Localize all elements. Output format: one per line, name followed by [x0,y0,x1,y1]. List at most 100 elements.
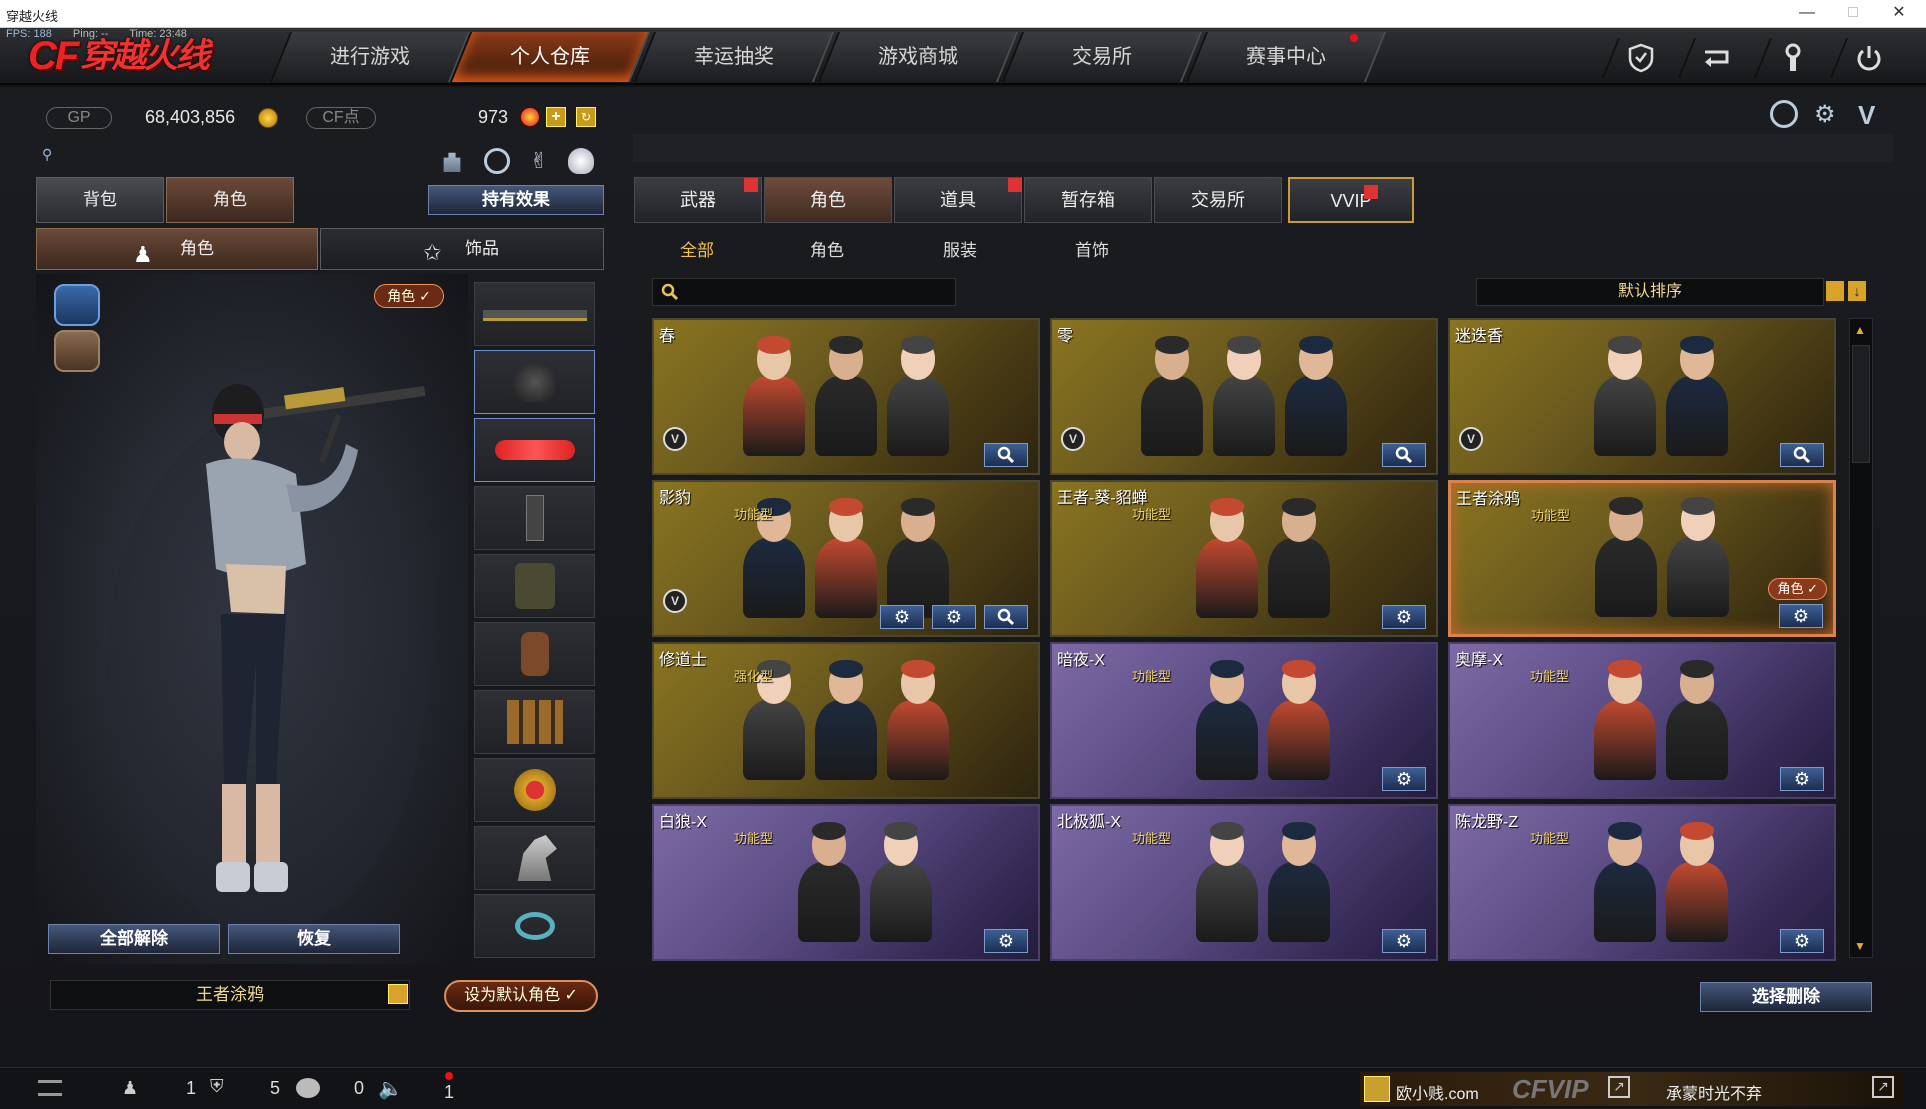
attributes-gear-icon[interactable]: ⚙ [1779,604,1823,628]
slot-helmet[interactable] [474,350,595,414]
sort-dropdown[interactable]: 默认排序 [1476,278,1824,306]
inventory-tab-3[interactable]: 暂存箱 [1024,177,1152,223]
back-icon[interactable] [1677,38,1755,78]
role-card[interactable]: 北极狐-X 功能型 ⚙ [1050,804,1438,961]
slot-vest[interactable] [474,554,595,618]
nav-tab-2[interactable]: 幸运抽奖 [633,32,835,82]
inventory-tab-label: 交易所 [1191,190,1245,210]
subtab-1[interactable]: 角色 [810,236,844,261]
inventory-tab-0[interactable]: 武器 [634,177,762,223]
subtab-0[interactable]: 全部 [680,236,714,261]
role-card[interactable]: 陈龙野-Z 功能型 ⚙ [1448,804,1836,961]
inventory-tab-4[interactable]: 交易所 [1154,177,1282,223]
sort-direction-icon[interactable]: ↓ [1848,281,1866,301]
restore-button[interactable]: 恢复 [228,924,400,954]
clan-shield-icon[interactable]: ⛨ [210,1076,232,1098]
pose-icon[interactable]: ✌ [526,148,552,174]
scroll-thumb[interactable] [1852,345,1870,463]
character-viewer[interactable]: 角色 ✓ [36,274,468,964]
eagle-badge-icon[interactable] [54,330,100,372]
tab-role[interactable]: 角色 [166,177,294,223]
preview-search-icon[interactable] [1382,443,1426,467]
set-default-role-button[interactable]: 设为默认角色 ✓ [444,980,598,1012]
friends-icon[interactable]: ♟ [122,1078,144,1098]
attributes-gear-icon[interactable]: ⚙ [880,605,924,629]
role-card-name: 暗夜-X [1057,652,1106,669]
minimize-button[interactable]: — [1784,2,1830,26]
preview-search-icon[interactable] [984,605,1028,629]
inventory-tab-2[interactable]: 道具 [894,177,1022,223]
refresh-cf-icon[interactable]: ↻ [576,107,596,127]
rotate-icon[interactable] [484,148,510,174]
speaker-icon[interactable]: 🔈 [378,1076,403,1100]
role-card[interactable]: 零V [1050,318,1438,475]
menu-icon[interactable] [38,1080,62,1096]
power-icon[interactable] [1829,38,1907,78]
attributes-gear-icon[interactable]: ⚙ [984,929,1028,953]
sort-list-icon[interactable] [1826,281,1844,301]
attributes-gear-icon[interactable]: ⚙ [1382,767,1426,791]
scroll-up-icon[interactable]: ▲ [1854,323,1868,337]
role-card[interactable]: 王者涂鸦 功能型 角色 ✓ ⚙ [1448,480,1836,637]
shield-icon[interactable] [1601,38,1679,78]
nav-tab-3[interactable]: 游戏商城 [817,32,1019,82]
vip-icon[interactable]: V [1858,100,1890,130]
subtab-2[interactable]: 服装 [943,236,977,261]
role-card[interactable]: 暗夜-X 功能型 ⚙ [1050,642,1438,799]
nav-tab-4[interactable]: 交易所 [1001,32,1203,82]
role-card[interactable]: 白狼-X 功能型 ⚙ [652,804,1040,961]
subtab-accessory[interactable]: ✩ 饰品 [320,228,604,270]
slot-glasses[interactable] [474,418,595,482]
preview-search-icon[interactable] [1780,443,1824,467]
add-cf-icon[interactable]: + [546,107,566,127]
ticker-expand-icon[interactable]: ↗ [1872,1076,1894,1098]
role-card-type: 功能型 [1530,669,1570,684]
preview-search-icon[interactable] [984,443,1028,467]
character-badge-icon[interactable] [54,284,100,326]
inventory-tab-5[interactable]: VVIP [1288,177,1414,223]
settings-gear-icon[interactable]: ⚙ [1814,100,1842,128]
role-list-icon[interactable] [388,984,408,1004]
slot-pouch[interactable] [474,622,595,686]
inventory-tab-1[interactable]: 角色 [764,177,892,223]
scroll-down-icon[interactable]: ▼ [1854,939,1868,953]
scrollbar[interactable]: ▲ ▼ [1849,318,1873,958]
slot-ring[interactable] [474,894,595,958]
emote-icon[interactable] [568,148,594,174]
globe-icon[interactable] [1770,100,1798,128]
news-ticker[interactable]: 欧小贱.com CFVIP ↗ 承蒙时光不弃 ↗ [1360,1072,1904,1106]
subtab-role[interactable]: ♟ 角色 [36,228,318,270]
current-role-field: 王者涂鸦 [50,980,410,1010]
attributes-gear-icon[interactable]: ⚙ [1382,929,1426,953]
role-card[interactable]: 修道士 强化型 [652,642,1040,799]
attributes-gear-icon[interactable]: ⚙ [1780,929,1824,953]
tools-icon[interactable] [1753,38,1831,78]
slot-medal[interactable] [474,758,595,822]
search-input[interactable] [652,278,956,306]
character-portrait [1281,336,1351,456]
subtab-3[interactable]: 首饰 [1075,236,1109,261]
slot-radio[interactable] [474,486,595,550]
close-button[interactable]: ✕ [1876,2,1922,26]
attributes-gear-icon[interactable]: ⚙ [1780,767,1824,791]
nav-tab-1[interactable]: 个人仓库 [449,32,651,82]
role-card[interactable]: 奥摩-X 功能型 ⚙ [1448,642,1836,799]
slot-primary-weapon[interactable] [474,282,595,346]
role-card[interactable]: 王者-葵-貂蝉 功能型 ⚙ [1050,480,1438,637]
select-delete-button[interactable]: 选择删除 [1700,982,1872,1012]
chat-bubble-icon[interactable] [296,1078,320,1098]
role-card[interactable]: 迷迭香 V [1448,318,1836,475]
slot-ammo[interactable] [474,690,595,754]
maximize-button[interactable]: □ [1830,2,1876,26]
slot-wolf[interactable] [474,826,595,890]
role-card[interactable]: 春V [652,318,1040,475]
unequip-all-button[interactable]: 全部解除 [48,924,220,954]
role-card[interactable]: 影豹 功能型 V ⚙ ⚙ [652,480,1040,637]
settings-gear-icon[interactable]: ⚙ [932,605,976,629]
external-link-icon[interactable]: ↗ [1608,1076,1630,1098]
effects-button[interactable]: 持有效果 [428,185,604,215]
nav-tab-0[interactable]: 进行游戏 [269,32,471,82]
attributes-gear-icon[interactable]: ⚙ [1382,605,1426,629]
tab-bag[interactable]: 背包 [36,177,164,223]
key-icon[interactable]: ⚲ [42,146,68,162]
